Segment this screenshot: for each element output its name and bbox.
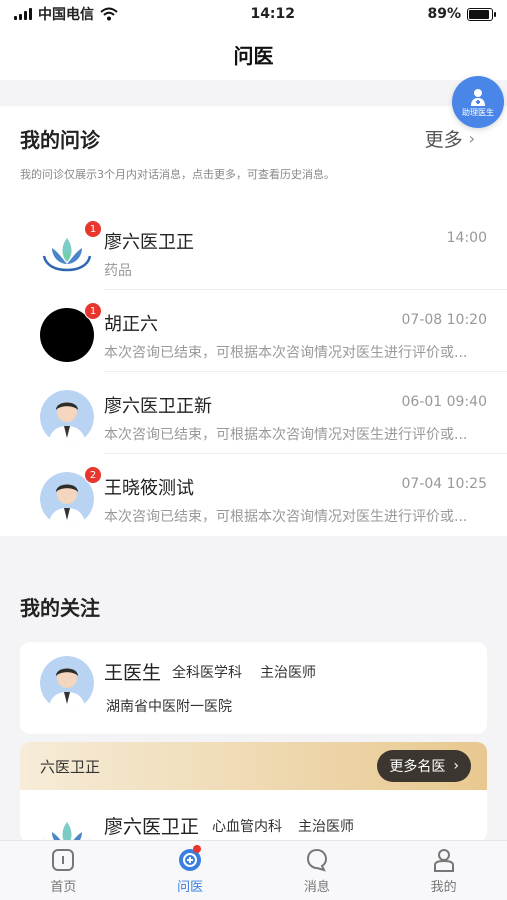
unread-badge: 1 [84,302,102,320]
assistant-doctor-button[interactable]: 助理医生 [452,76,504,128]
team-doctor-department: 心血管内科 [212,819,282,835]
tab-home[interactable]: 首页 [0,841,127,900]
tab-label: 问医 [177,879,204,895]
status-bar: 中国电信 14:12 89% [0,0,507,28]
consult-preview: 本次咨询已结束，可根据本次咨询情况对医生进行评价或... [104,345,468,361]
message-icon [306,848,327,872]
unread-badge: 2 [84,466,102,484]
followed-doctor-card[interactable]: 王医生 全科医学科 主治医师 湖南省中医附一医院 [20,642,487,734]
tab-bar: 首页 问医 消息 我的 [0,840,507,900]
consult-preview: 药品 [104,263,132,279]
team-doctor-title: 主治医师 [298,819,354,835]
notification-dot [192,845,201,853]
team-doctor-name[interactable]: 廖六医卫正 [104,812,199,839]
doctor-title: 主治医师 [260,665,316,681]
consult-name: 胡正六 [104,314,158,335]
consult-time: 07-04 10:25 [401,476,487,492]
app-screen: 中国电信 14:12 89% 问医 我的问诊 更多 › 我的问诊仅展示3个月内对… [0,0,507,900]
consult-name: 王晓筱测试 [104,478,194,499]
page-title: 问医 [233,43,274,68]
status-time: 14:12 [250,6,296,22]
doctor-hospital: 湖南省中医附一医院 [106,699,232,715]
home-icon [52,848,75,871]
lotus-logo-icon [42,822,92,842]
team-name: 六医卫正 [40,757,101,776]
nav-bar: 问医 [0,28,507,80]
status-left: 中国电信 [14,4,118,24]
more-doctors-button[interactable]: 更多名医 › [377,750,471,782]
consult-row[interactable]: 廖六医卫正新 06-01 09:40 本次咨询已结束，可根据本次咨询情况对医生进… [0,372,507,454]
signal-icon [14,8,32,20]
chevron-right-icon: › [453,758,459,774]
doctor-avatar-icon [40,656,94,710]
consult-row[interactable]: 2 王晓筱测试 07-04 10:25 本次咨询已结束，可根据本次咨询情况对医生… [0,454,507,536]
carrier-label: 中国电信 [38,7,94,23]
doctor-assistant-icon [471,88,485,106]
followed-team-card: 六医卫正 更多名医 › 廖六医卫正 心血管内科 主治医师 [20,742,487,842]
consult-name: 廖六医卫正 [104,232,194,253]
battery-icon [467,7,496,21]
consult-preview: 本次咨询已结束，可根据本次咨询情况对医生进行评价或... [104,427,468,443]
consult-more-label: 更多 [424,129,463,151]
tab-messages[interactable]: 消息 [254,841,381,900]
doctor-department: 全科医学科 [172,665,242,681]
wifi-icon [100,7,118,21]
consult-header: 我的问诊 更多 › [20,124,475,153]
unread-badge: 1 [84,220,102,238]
consult-time: 07-08 10:20 [401,312,487,328]
doctor-name: 王医生 [104,662,162,684]
consult-time: 14:00 [446,230,487,246]
consult-row[interactable]: 1 廖六医卫正 14:00 药品 [0,208,507,290]
consult-time: 06-01 09:40 [401,394,487,410]
consult-preview: 本次咨询已结束，可根据本次咨询情况对医生进行评价或... [104,509,468,525]
my-consult-section: 我的问诊 更多 › 我的问诊仅展示3个月内对话消息，点击更多，可查看历史消息。 … [0,106,507,536]
battery-percent: 89% [427,6,461,22]
consult-row[interactable]: 1 胡正六 07-08 10:20 本次咨询已结束，可根据本次咨询情况对医生进行… [0,290,507,372]
assistant-label: 助理医生 [462,107,494,117]
tab-label: 首页 [50,879,77,895]
consult-title: 我的问诊 [20,128,100,152]
chevron-right-icon: › [468,129,475,148]
tab-ask-doctor[interactable]: 问医 [127,841,254,900]
tab-label: 我的 [430,879,457,895]
consult-note: 我的问诊仅展示3个月内对话消息，点击更多，可查看历史消息。 [20,168,335,181]
status-right: 89% [427,6,496,22]
profile-icon [433,848,454,872]
tab-label: 消息 [303,879,330,895]
more-doctors-label: 更多名医 [389,759,446,775]
team-header: 六医卫正 更多名医 › [20,742,487,790]
follow-title: 我的关注 [20,596,100,620]
consult-more-button[interactable]: 更多 › [425,125,475,152]
tab-profile[interactable]: 我的 [380,841,507,900]
doctor-avatar-icon [40,390,94,444]
consult-name: 廖六医卫正新 [104,396,212,417]
